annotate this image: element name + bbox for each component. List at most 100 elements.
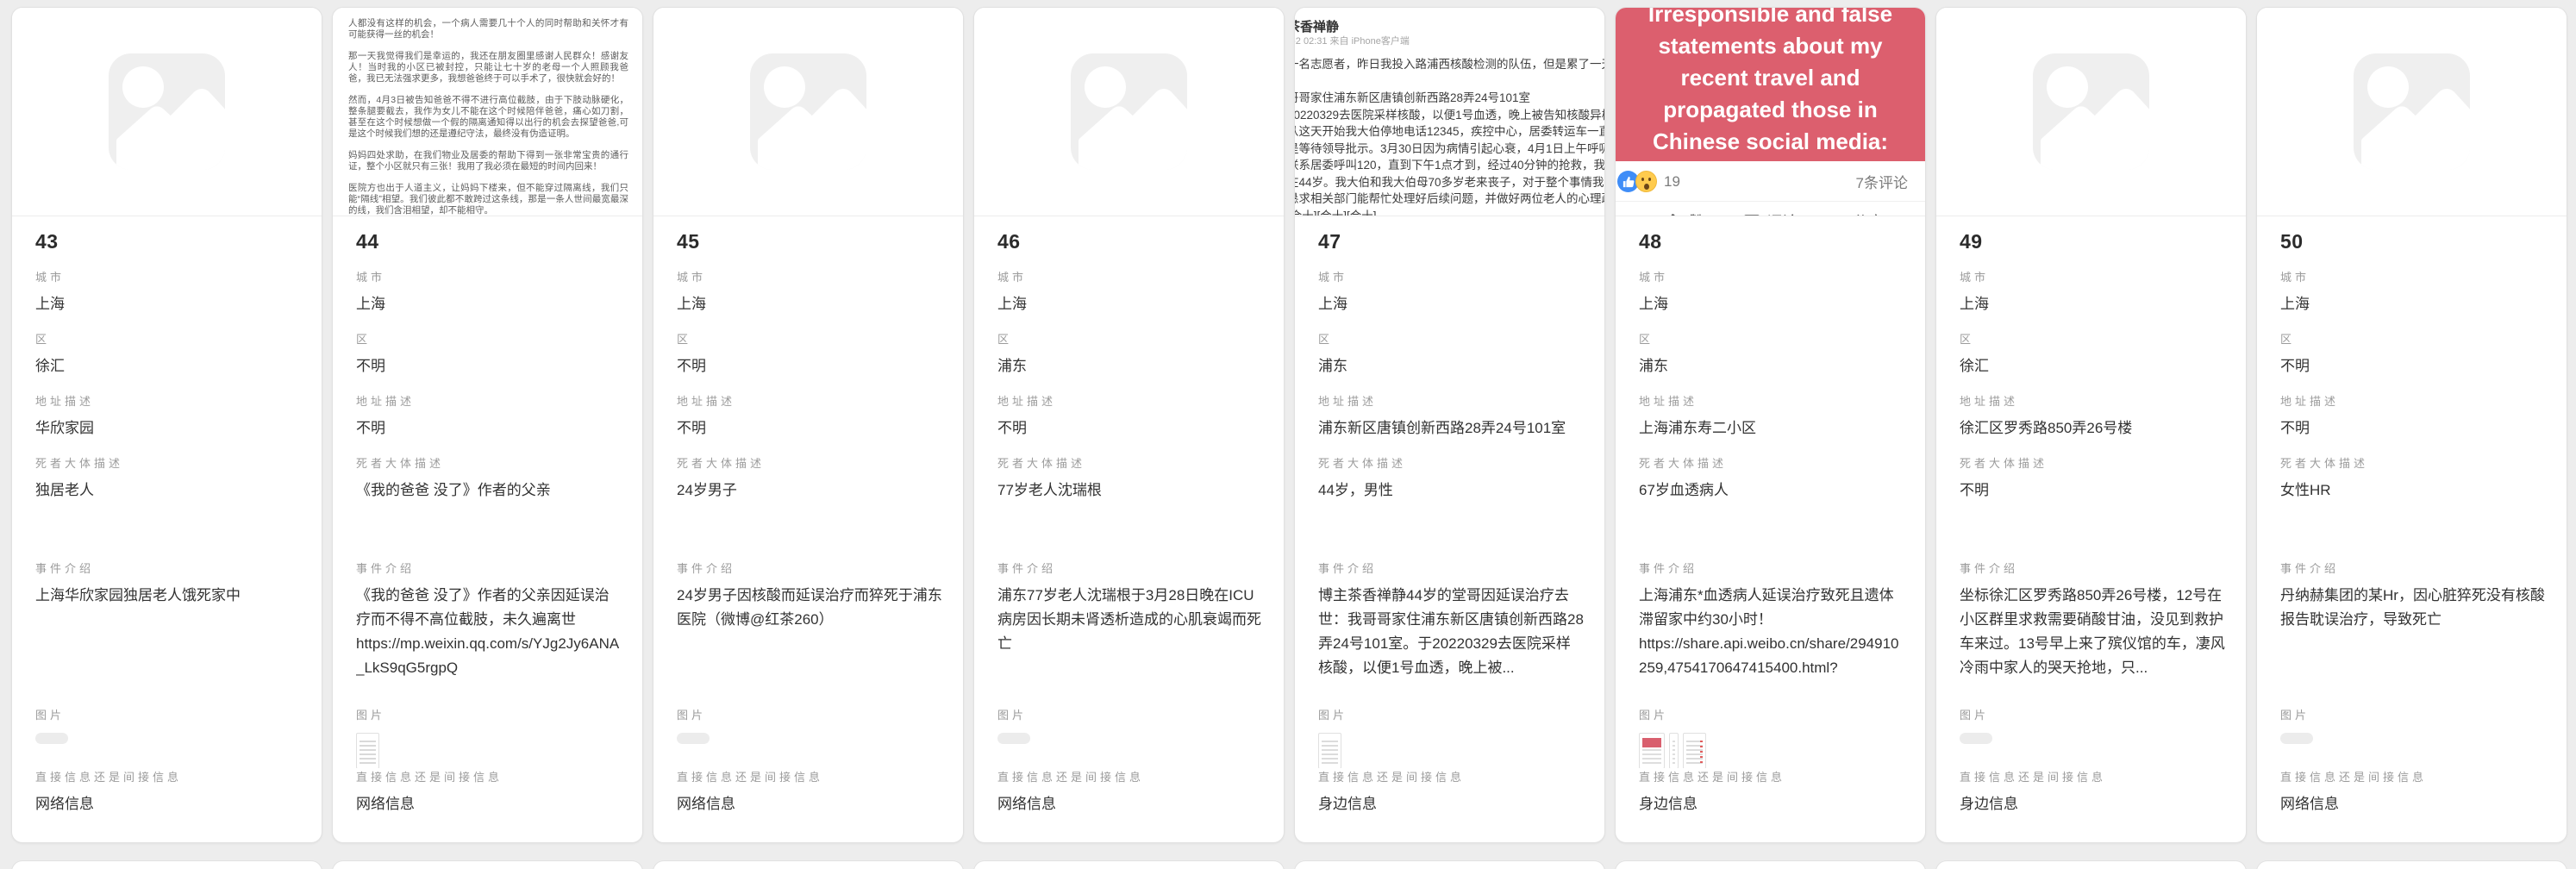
weibo-body: 一名志愿者，昨日我投入路浦西核酸检测的队伍，但是累了一天后晚上接。哥哥家住浦东新… — [1295, 56, 1604, 216]
image-thumbnail[interactable] — [356, 733, 379, 768]
image-thumbnail[interactable] — [677, 733, 710, 744]
direct-value: 身边信息 — [1318, 792, 1585, 816]
field-image: 图片 — [2280, 706, 2547, 768]
deceased-label: 死者大体描述 — [1960, 454, 2226, 471]
image-thumbnail[interactable] — [2280, 733, 2313, 744]
district-value: 浦东 — [1318, 354, 1585, 378]
field-address: 地址描述 不明 — [2280, 392, 2547, 454]
city-value: 上海 — [677, 292, 943, 316]
image-thumbnails — [2280, 730, 2547, 744]
deceased-value: 独居老人 — [35, 478, 302, 502]
like-button[interactable]: 赞 — [1641, 210, 1728, 216]
case-card-partial[interactable] — [2256, 860, 2567, 869]
field-image: 图片 — [1318, 706, 1585, 768]
deceased-value: 67岁血透病人 — [1639, 478, 1905, 502]
image-placeholder-icon — [750, 53, 866, 170]
deceased-value: 44岁，男性 — [1318, 478, 1585, 502]
case-card[interactable]: 43 城市 上海 区 徐汇 地址描述 华欣家园 死者大体描述 独居老人 事件介绍… — [11, 7, 322, 843]
image-thumbnail[interactable] — [1669, 733, 1679, 768]
weibo-text-line: 20220329去医院采样核酸，以便1号血透，晚上被告知核酸异样，等待转移 — [1295, 107, 1604, 124]
case-card-partial[interactable] — [1294, 860, 1605, 869]
address-label: 地址描述 — [997, 392, 1264, 409]
image-placeholder — [653, 8, 963, 216]
deceased-label: 死者大体描述 — [356, 454, 622, 471]
event-label: 事件介绍 — [1318, 560, 1585, 576]
field-city: 城市 上海 — [1960, 268, 2226, 330]
city-label: 城市 — [2280, 268, 2547, 284]
city-value: 上海 — [35, 292, 302, 316]
district-label: 区 — [2280, 330, 2547, 347]
case-card[interactable]: 45 城市 上海 区 不明 地址描述 不明 死者大体描述 24岁男子 事件介绍 … — [653, 7, 964, 843]
case-card-partial[interactable] — [1935, 860, 2247, 869]
image-thumbnails — [1318, 730, 1585, 768]
case-card[interactable]: 46 城市 上海 区 浦东 地址描述 不明 死者大体描述 77岁老人沈瑞根 事件… — [973, 7, 1285, 843]
city-value: 上海 — [1318, 292, 1585, 316]
image-thumbnail[interactable] — [1960, 733, 1992, 744]
case-card[interactable]: 茶香禅静 4-2 02:31 来自 iPhone客户端 一名志愿者，昨日我投入路… — [1294, 7, 1605, 843]
district-label: 区 — [1318, 330, 1585, 347]
address-label: 地址描述 — [35, 392, 302, 409]
district-value: 徐汇 — [1960, 354, 2226, 378]
image-thumbnail[interactable] — [1683, 733, 1706, 768]
case-card-partial[interactable] — [11, 860, 322, 869]
weibo-text-line: 联系居委呼叫120，直到下午1点才到，经过40分钟的抢救，我哥的生命 — [1295, 157, 1604, 174]
card-content: 49 城市 上海 区 徐汇 地址描述 徐汇区罗秀路850弄26号楼 死者大体描述… — [1936, 216, 2246, 842]
post-text: Irresponsible and false statements about… — [1636, 8, 1904, 161]
card-media: Irresponsible and false statements about… — [1616, 8, 1925, 216]
case-card-partial[interactable] — [1615, 860, 1926, 869]
share-button[interactable]: 分享 — [1813, 210, 1899, 216]
case-card[interactable]: 人都没有这样的机会，一个病人需要几十个人的同时帮助和关怀才有可能获得一丝的机会！… — [332, 7, 643, 843]
field-city: 城市 上海 — [1318, 268, 1585, 330]
image-thumbnail[interactable] — [997, 733, 1030, 744]
card-content: 48 城市 上海 区 浦东 地址描述 上海浦东寿二小区 死者大体描述 67岁血透… — [1616, 216, 1925, 842]
deceased-label: 死者大体描述 — [1639, 454, 1905, 471]
image-thumbnails — [997, 730, 1264, 744]
field-district: 区 不明 — [677, 330, 943, 392]
address-value: 徐汇区罗秀路850弄26号楼 — [1960, 416, 2226, 440]
reactions-row: 19 7条评论 — [1616, 161, 1925, 201]
city-value: 上海 — [356, 292, 622, 316]
field-district: 区 不明 — [356, 330, 622, 392]
deceased-value: 女性HR — [2280, 478, 2547, 502]
field-event: 事件介绍 上海华欣家园独居老人饿死家中 — [35, 560, 302, 706]
weibo-text-line: 一名志愿者，昨日我投入路浦西核酸检测的队伍，但是累了一天后晚上接 — [1295, 56, 1604, 73]
comments-count[interactable]: 7条评论 — [1856, 171, 1908, 192]
city-label: 城市 — [35, 268, 302, 284]
district-label: 区 — [997, 330, 1264, 347]
city-value: 上海 — [1639, 292, 1905, 316]
address-value: 不明 — [356, 416, 622, 440]
image-label: 图片 — [997, 706, 1264, 722]
card-content: 50 城市 上海 区 不明 地址描述 不明 死者大体描述 女性HR 事件介绍 丹… — [2257, 216, 2567, 842]
case-card-partial[interactable] — [332, 860, 643, 869]
comment-button[interactable]: 评论 — [1728, 210, 1814, 216]
field-district: 区 不明 — [2280, 330, 2547, 392]
image-thumbnails — [1960, 730, 2226, 744]
deceased-label: 死者大体描述 — [2280, 454, 2547, 471]
case-card-partial[interactable] — [973, 860, 1285, 869]
city-label: 城市 — [1318, 268, 1585, 284]
deceased-label: 死者大体描述 — [1318, 454, 1585, 471]
case-card-partial[interactable] — [653, 860, 964, 869]
city-label: 城市 — [677, 268, 943, 284]
field-city: 城市 上海 — [35, 268, 302, 330]
case-number: 44 — [356, 230, 622, 268]
district-value: 徐汇 — [35, 354, 302, 378]
case-card[interactable]: Irresponsible and false statements about… — [1615, 7, 1926, 843]
image-thumbnail[interactable] — [1639, 733, 1665, 768]
card-media — [2257, 8, 2567, 216]
case-card[interactable]: 49 城市 上海 区 徐汇 地址描述 徐汇区罗秀路850弄26号楼 死者大体描述… — [1935, 7, 2247, 843]
city-label: 城市 — [356, 268, 622, 284]
case-number: 48 — [1639, 230, 1905, 268]
direct-label: 直接信息还是间接信息 — [1639, 768, 1905, 785]
image-thumbnail[interactable] — [35, 733, 68, 744]
social-post-screenshot: Irresponsible and false statements about… — [1616, 8, 1925, 216]
event-label: 事件介绍 — [1639, 560, 1905, 576]
image-label: 图片 — [356, 706, 622, 722]
case-card[interactable]: 50 城市 上海 区 不明 地址描述 不明 死者大体描述 女性HR 事件介绍 丹… — [2256, 7, 2567, 843]
case-number: 47 — [1318, 230, 1585, 268]
article-paragraph: 人都没有这样的机会，一个病人需要几十个人的同时帮助和关怀才有可能获得一丝的机会！ — [348, 18, 628, 41]
direct-value: 网络信息 — [997, 792, 1264, 816]
image-thumbnail[interactable] — [1318, 733, 1341, 768]
event-label: 事件介绍 — [35, 560, 302, 576]
direct-value: 网络信息 — [356, 792, 622, 816]
